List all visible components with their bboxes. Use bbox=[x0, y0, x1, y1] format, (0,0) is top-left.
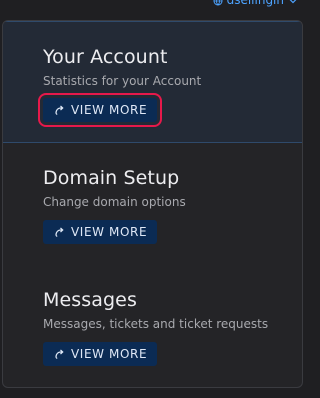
account-label: dsellingin bbox=[226, 0, 284, 7]
card-messages: Messages Messages, tickets and ticket re… bbox=[3, 265, 302, 387]
card-title: Domain Setup bbox=[43, 167, 180, 189]
view-more-domain-setup-button[interactable]: VIEW MORE bbox=[43, 220, 158, 244]
share-arrow-icon bbox=[53, 226, 65, 238]
share-arrow-icon bbox=[53, 348, 65, 360]
card-title: Messages bbox=[43, 289, 137, 311]
globe-icon bbox=[213, 0, 223, 6]
button-label: VIEW MORE bbox=[71, 103, 148, 117]
card-title: Your Account bbox=[43, 46, 168, 68]
card-subtitle: Statistics for your Account bbox=[43, 74, 202, 88]
card-your-account: Your Account Statistics for your Account bbox=[3, 21, 302, 143]
account-selector[interactable]: dsellingin bbox=[213, 0, 298, 7]
view-more-messages-button[interactable]: VIEW MORE bbox=[43, 342, 158, 366]
view-more-your-account-button[interactable]: VIEW MORE bbox=[37, 93, 163, 127]
chevron-down-icon[interactable] bbox=[288, 0, 298, 5]
card-subtitle: Messages, tickets and ticket requests bbox=[43, 317, 269, 331]
share-arrow-icon bbox=[53, 104, 65, 116]
button-label: VIEW MORE bbox=[71, 347, 148, 361]
card-domain-setup: Domain Setup Change domain options bbox=[3, 143, 302, 265]
card-subtitle: Change domain options bbox=[43, 195, 186, 209]
button-label: VIEW MORE bbox=[71, 225, 148, 239]
dashboard-panel: Your Account Statistics for your Account… bbox=[2, 20, 303, 388]
top-bar: dsellingin bbox=[0, 0, 310, 14]
